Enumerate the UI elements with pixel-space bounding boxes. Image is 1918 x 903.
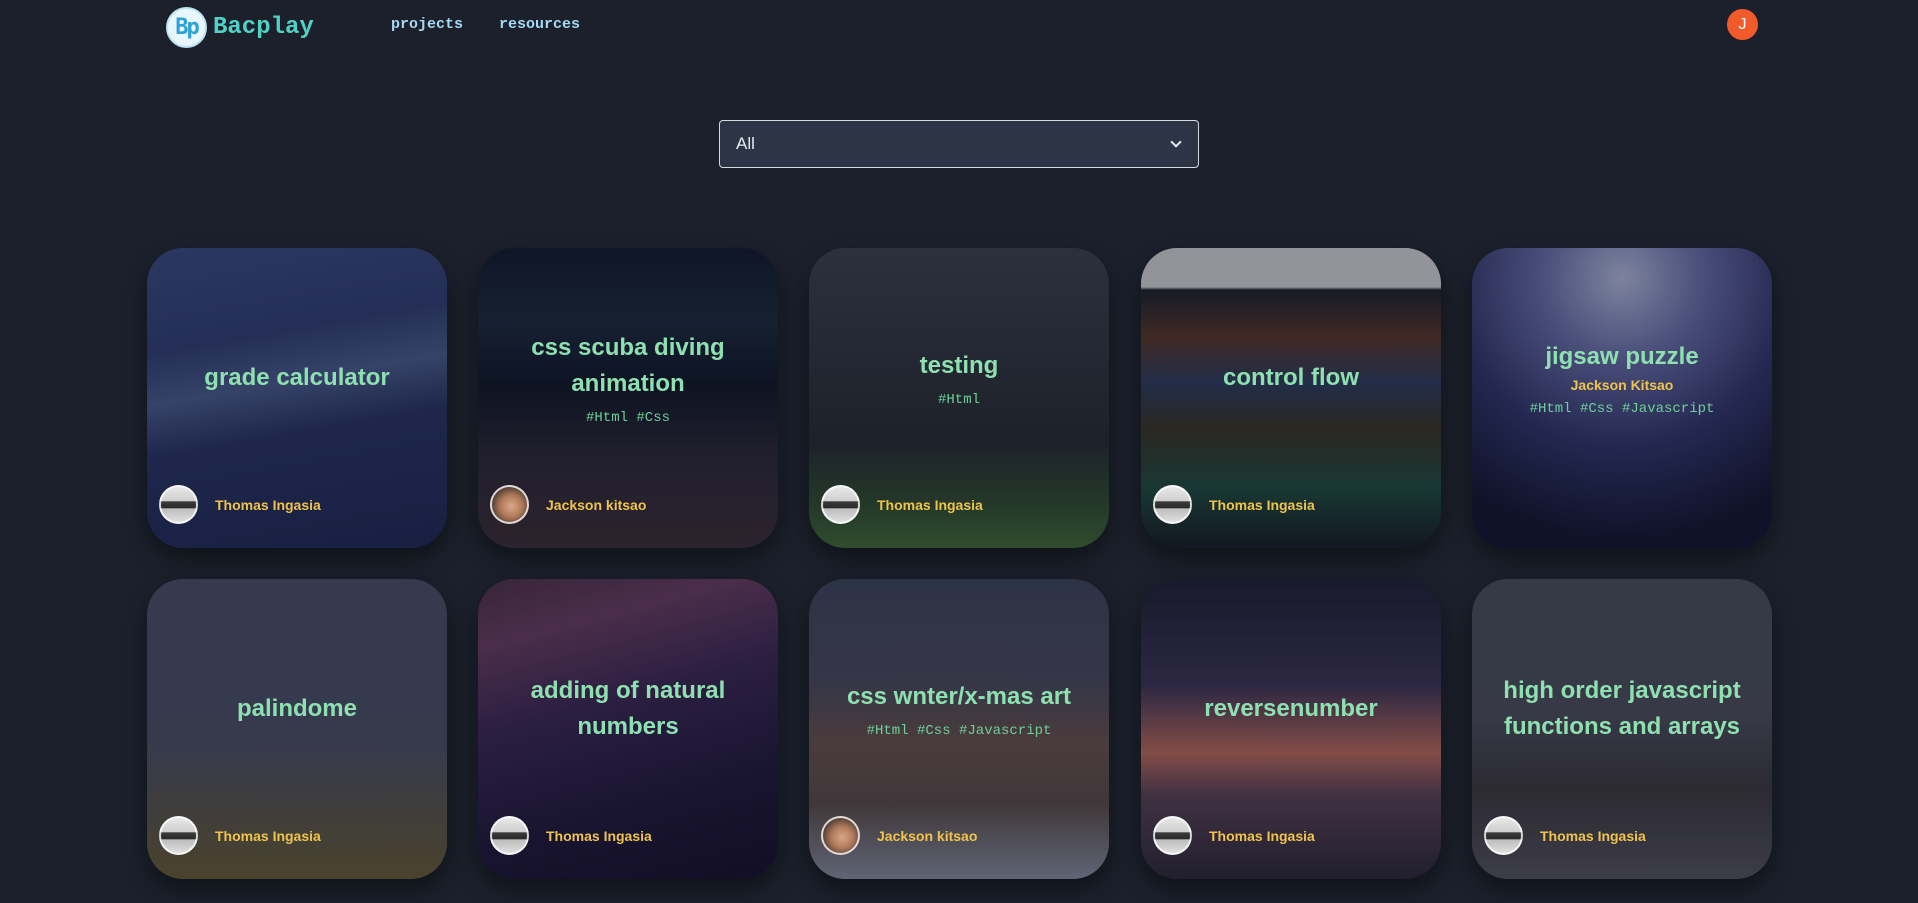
nav-projects-link[interactable]: projects <box>391 16 463 33</box>
category-filter-select[interactable]: All <box>719 120 1199 168</box>
author-name: Thomas Ingasia <box>215 827 321 844</box>
card-tags: #Html <box>937 392 980 408</box>
card-content: palindome <box>147 579 447 839</box>
card-author[interactable]: Thomas Ingasia <box>821 485 983 524</box>
author-name: Thomas Ingasia <box>546 827 652 844</box>
chevron-down-icon <box>1170 136 1182 148</box>
card-title: css scuba diving animation <box>531 334 725 397</box>
author-name: Thomas Ingasia <box>215 496 321 513</box>
card-title: reversenumber <box>1204 695 1378 722</box>
top-navbar: Bp Bacplay projects resources J <box>0 0 1918 52</box>
author-name: Jackson kitsao <box>546 496 647 513</box>
card-author-subtitle: Jackson Kitsao <box>1570 377 1674 393</box>
author-avatar-laptop <box>1153 816 1192 855</box>
card-author[interactable]: Thomas Ingasia <box>1484 816 1646 855</box>
author-avatar-laptop <box>159 816 198 855</box>
card-author[interactable]: Thomas Ingasia <box>1153 816 1315 855</box>
card-content: grade calculator <box>147 248 447 508</box>
card-title: control flow <box>1223 364 1359 391</box>
author-avatar-laptop <box>159 485 198 524</box>
card-content: adding of natural numbers <box>478 579 778 839</box>
author-avatar-laptop <box>1484 816 1523 855</box>
card-author[interactable]: Thomas Ingasia <box>1153 485 1315 524</box>
card-tags: #Html #Css #Javascript <box>866 723 1052 739</box>
project-card[interactable]: high order javascript functions and arra… <box>1472 579 1772 879</box>
card-author[interactable]: Thomas Ingasia <box>159 485 321 524</box>
author-avatar-laptop <box>821 485 860 524</box>
card-author[interactable]: Thomas Ingasia <box>490 816 652 855</box>
author-name: Thomas Ingasia <box>1209 827 1315 844</box>
card-content: css scuba diving animation #Html #Css <box>478 248 778 508</box>
card-title: palindome <box>236 695 357 722</box>
card-author[interactable]: Jackson kitsao <box>821 816 977 855</box>
project-card[interactable]: css wnter/x-mas art #Html #Css #Javascrip… <box>809 579 1109 879</box>
user-avatar-button[interactable]: J <box>1727 9 1758 40</box>
author-avatar-laptop <box>490 816 529 855</box>
card-title: grade calculator <box>204 364 390 391</box>
card-author[interactable]: Jackson kitsao <box>490 485 646 524</box>
author-avatar-hand <box>821 816 860 855</box>
filter-selected-value: All <box>736 134 755 153</box>
card-title: jigsaw puzzle <box>1545 343 1699 370</box>
card-tags: #Html #Css <box>585 410 670 426</box>
card-content: css wnter/x-mas art #Html #Css #Javascrip… <box>809 579 1109 839</box>
logo-text: Bacplay <box>213 14 314 41</box>
project-card[interactable]: jigsaw puzzle Jackson Kitsao #Html #Css #J… <box>1472 248 1772 548</box>
card-content: jigsaw puzzle Jackson Kitsao #Html #Css #J… <box>1472 248 1772 508</box>
author-name: Thomas Ingasia <box>1209 496 1315 513</box>
card-content: high order javascript functions and arra… <box>1472 579 1772 839</box>
card-content: control flow <box>1141 248 1441 508</box>
card-content: reversenumber <box>1141 579 1441 839</box>
author-avatar-laptop <box>1153 485 1192 524</box>
project-card[interactable]: reversenumber Thomas Ingasia <box>1141 579 1441 879</box>
project-card[interactable]: css scuba diving animation #Html #Css Jack… <box>478 248 778 548</box>
author-avatar-hand <box>490 485 529 524</box>
logo-badge: Bp <box>166 7 207 48</box>
card-title: css wnter/x-mas art <box>846 683 1072 710</box>
author-name: Jackson kitsao <box>877 827 978 844</box>
card-title: high order javascript functions and arra… <box>1503 677 1741 740</box>
project-card[interactable]: control flow Thomas Ingasia <box>1141 248 1441 548</box>
card-author[interactable]: Thomas Ingasia <box>159 816 321 855</box>
card-title: adding of natural numbers <box>530 677 726 740</box>
nav-resources-link[interactable]: resources <box>499 16 580 33</box>
project-card[interactable]: testing #Html Thomas Ingasia <box>809 248 1109 548</box>
project-card[interactable]: palindome Thomas Ingasia <box>147 579 447 879</box>
project-card[interactable]: grade calculator Thomas Ingasia <box>147 248 447 548</box>
brand-logo[interactable]: Bp Bacplay <box>166 7 314 48</box>
author-name: Thomas Ingasia <box>1540 827 1646 844</box>
project-card[interactable]: adding of natural numbers Thomas Ingasia <box>478 579 778 879</box>
card-tags: #Html #Css #Javascript <box>1529 401 1715 417</box>
author-name: Thomas Ingasia <box>877 496 983 513</box>
card-title: testing <box>919 352 999 379</box>
card-content: testing #Html <box>809 248 1109 508</box>
